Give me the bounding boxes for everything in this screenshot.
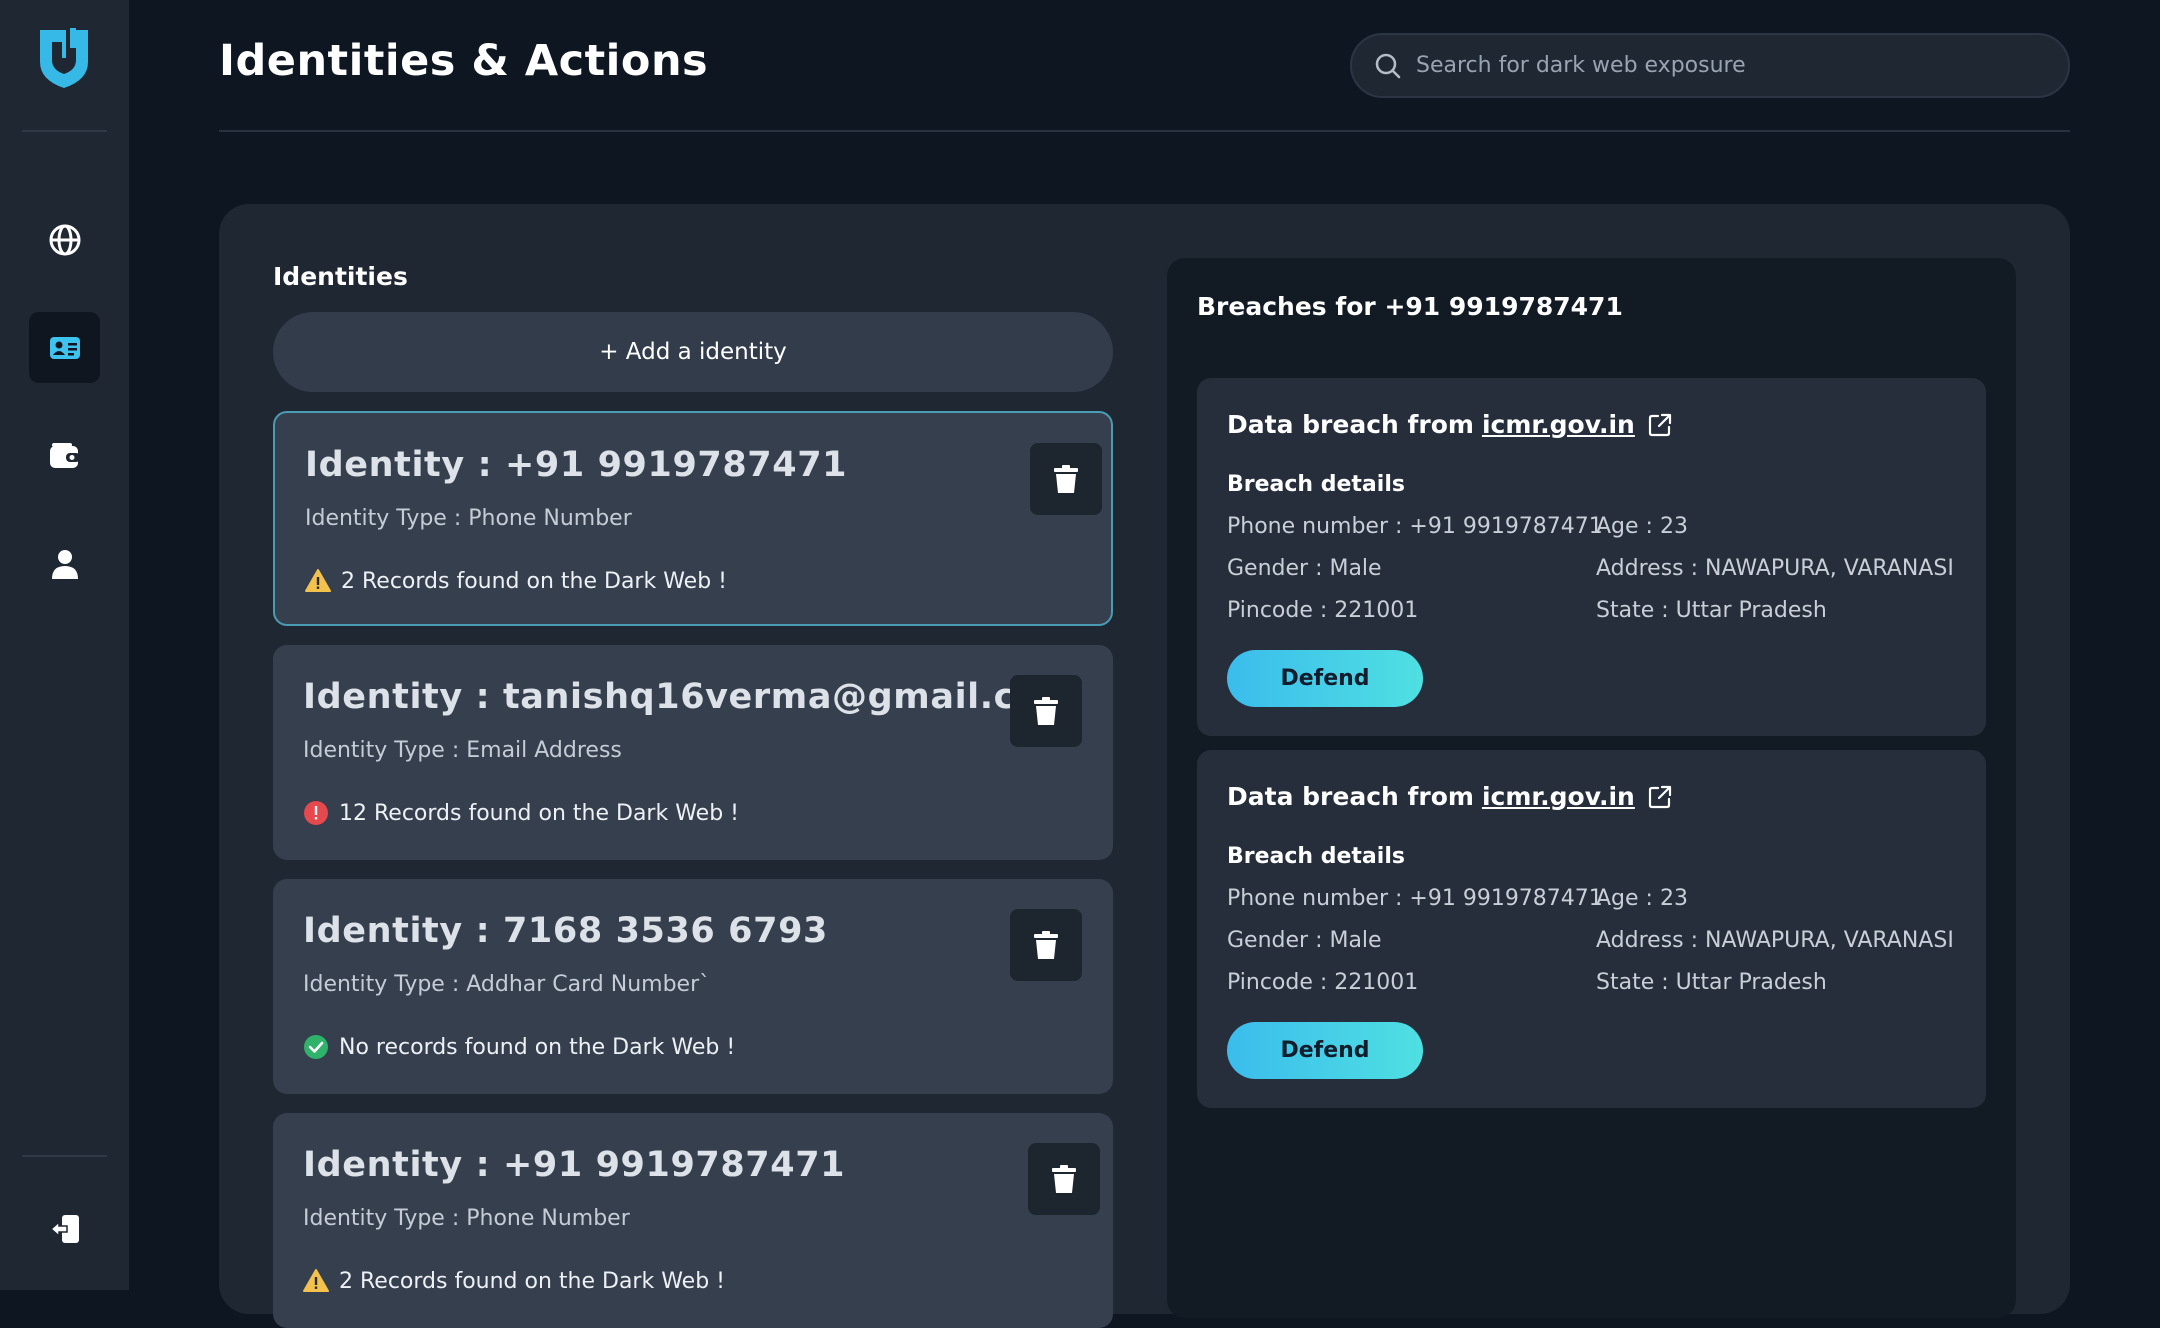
warning-icon (305, 569, 331, 592)
breach-gender: Gender : Male (1227, 928, 1382, 953)
identity-card[interactable]: Identity : +91 9919787471 Identity Type … (273, 411, 1113, 626)
logout-icon (49, 1214, 79, 1243)
error-icon (304, 801, 328, 825)
wallet-icon (49, 442, 80, 468)
breaches-heading: Breaches for +91 9919787471 (1197, 292, 1623, 321)
sidebar-divider (22, 1155, 107, 1157)
identity-type: Identity Type : Email Address (303, 738, 622, 763)
breach-title: Data breach from icmr.gov.in (1227, 410, 1673, 439)
add-identity-button[interactable]: + Add a identity (273, 312, 1113, 392)
breach-source-link[interactable]: icmr.gov.in (1482, 410, 1635, 439)
sidebar-item-globe[interactable] (29, 204, 100, 275)
breach-state: State : Uttar Pradesh (1596, 598, 1827, 623)
identity-title: Identity : +91 9919787471 (305, 445, 848, 485)
breach-phone: Phone number : +91 9919787471 (1227, 514, 1603, 539)
breach-card: Data breach from icmr.gov.in Breach deta… (1197, 378, 1986, 736)
breach-pincode: Pincode : 221001 (1227, 598, 1419, 623)
identity-type: Identity Type : Addhar Card Number` (303, 972, 711, 997)
breach-age: Age : 23 (1596, 886, 1688, 911)
identity-card[interactable]: Identity : +91 9919787471 Identity Type … (273, 1113, 1113, 1328)
trash-icon (1034, 697, 1058, 725)
sidebar-item-identities[interactable] (29, 312, 100, 383)
delete-identity-button[interactable] (1010, 675, 1082, 747)
trash-icon (1054, 465, 1078, 493)
breach-address: Address : NAWAPURA, VARANASI (1596, 556, 1954, 581)
trash-icon (1034, 931, 1058, 959)
id-card-icon (49, 336, 80, 359)
identity-title: Identity : +91 9919787471 (303, 1145, 846, 1185)
shield-logo-icon[interactable] (36, 24, 92, 90)
identities-heading: Identities (273, 262, 408, 291)
identity-card[interactable]: Identity : 7168 3536 6793 Identity Type … (273, 879, 1113, 1094)
sidebar (0, 0, 129, 1290)
breach-address: Address : NAWAPURA, VARANASI (1596, 928, 1954, 953)
external-link-icon[interactable] (1647, 412, 1673, 438)
breach-title-prefix: Data breach from (1227, 410, 1474, 439)
sidebar-item-profile[interactable] (29, 528, 100, 599)
delete-identity-button[interactable] (1028, 1143, 1100, 1215)
search-bar[interactable] (1350, 33, 2070, 98)
breach-card: Data breach from icmr.gov.in Breach deta… (1197, 750, 1986, 1108)
delete-identity-button[interactable] (1010, 909, 1082, 981)
header-divider (219, 130, 2070, 132)
warning-icon (303, 1269, 329, 1292)
identity-title: Identity : tanishq16verma@gmail.com (303, 677, 1077, 717)
user-icon (51, 549, 78, 579)
defend-button[interactable]: Defend (1227, 1022, 1423, 1079)
defend-button[interactable]: Defend (1227, 650, 1423, 707)
breach-source-link[interactable]: icmr.gov.in (1482, 782, 1635, 811)
breach-title-prefix: Data breach from (1227, 782, 1474, 811)
external-link-icon[interactable] (1647, 784, 1673, 810)
page-title: Identities & Actions (219, 36, 709, 86)
breach-details-label: Breach details (1227, 472, 1405, 497)
breach-age: Age : 23 (1596, 514, 1688, 539)
breach-pincode: Pincode : 221001 (1227, 970, 1419, 995)
check-circle-icon (304, 1035, 328, 1059)
breach-state: State : Uttar Pradesh (1596, 970, 1827, 995)
identity-type: Identity Type : Phone Number (305, 506, 632, 531)
identity-status-text: 12 Records found on the Dark Web ! (339, 800, 739, 826)
identity-status: No records found on the Dark Web ! (303, 1034, 735, 1060)
search-input[interactable] (1416, 53, 2036, 78)
identity-type: Identity Type : Phone Number (303, 1206, 630, 1231)
breach-title: Data breach from icmr.gov.in (1227, 782, 1673, 811)
sidebar-item-wallet[interactable] (29, 420, 100, 491)
breach-phone: Phone number : +91 9919787471 (1227, 886, 1603, 911)
identity-card[interactable]: Identity : tanishq16verma@gmail.com Iden… (273, 645, 1113, 860)
breach-details-label: Breach details (1227, 844, 1405, 869)
identity-status: 2 Records found on the Dark Web ! (305, 568, 727, 594)
globe-icon (49, 224, 80, 255)
search-icon (1375, 53, 1401, 78)
delete-identity-button[interactable] (1030, 443, 1102, 515)
identity-status: 12 Records found on the Dark Web ! (303, 800, 739, 826)
identity-status-text: No records found on the Dark Web ! (339, 1034, 736, 1060)
sidebar-divider (22, 130, 107, 132)
identity-status: 2 Records found on the Dark Web ! (303, 1268, 725, 1294)
identity-status-text: 2 Records found on the Dark Web ! (341, 568, 727, 594)
breach-gender: Gender : Male (1227, 556, 1382, 581)
identity-title: Identity : 7168 3536 6793 (303, 911, 828, 951)
trash-icon (1052, 1165, 1076, 1193)
logout-button[interactable] (29, 1193, 100, 1264)
